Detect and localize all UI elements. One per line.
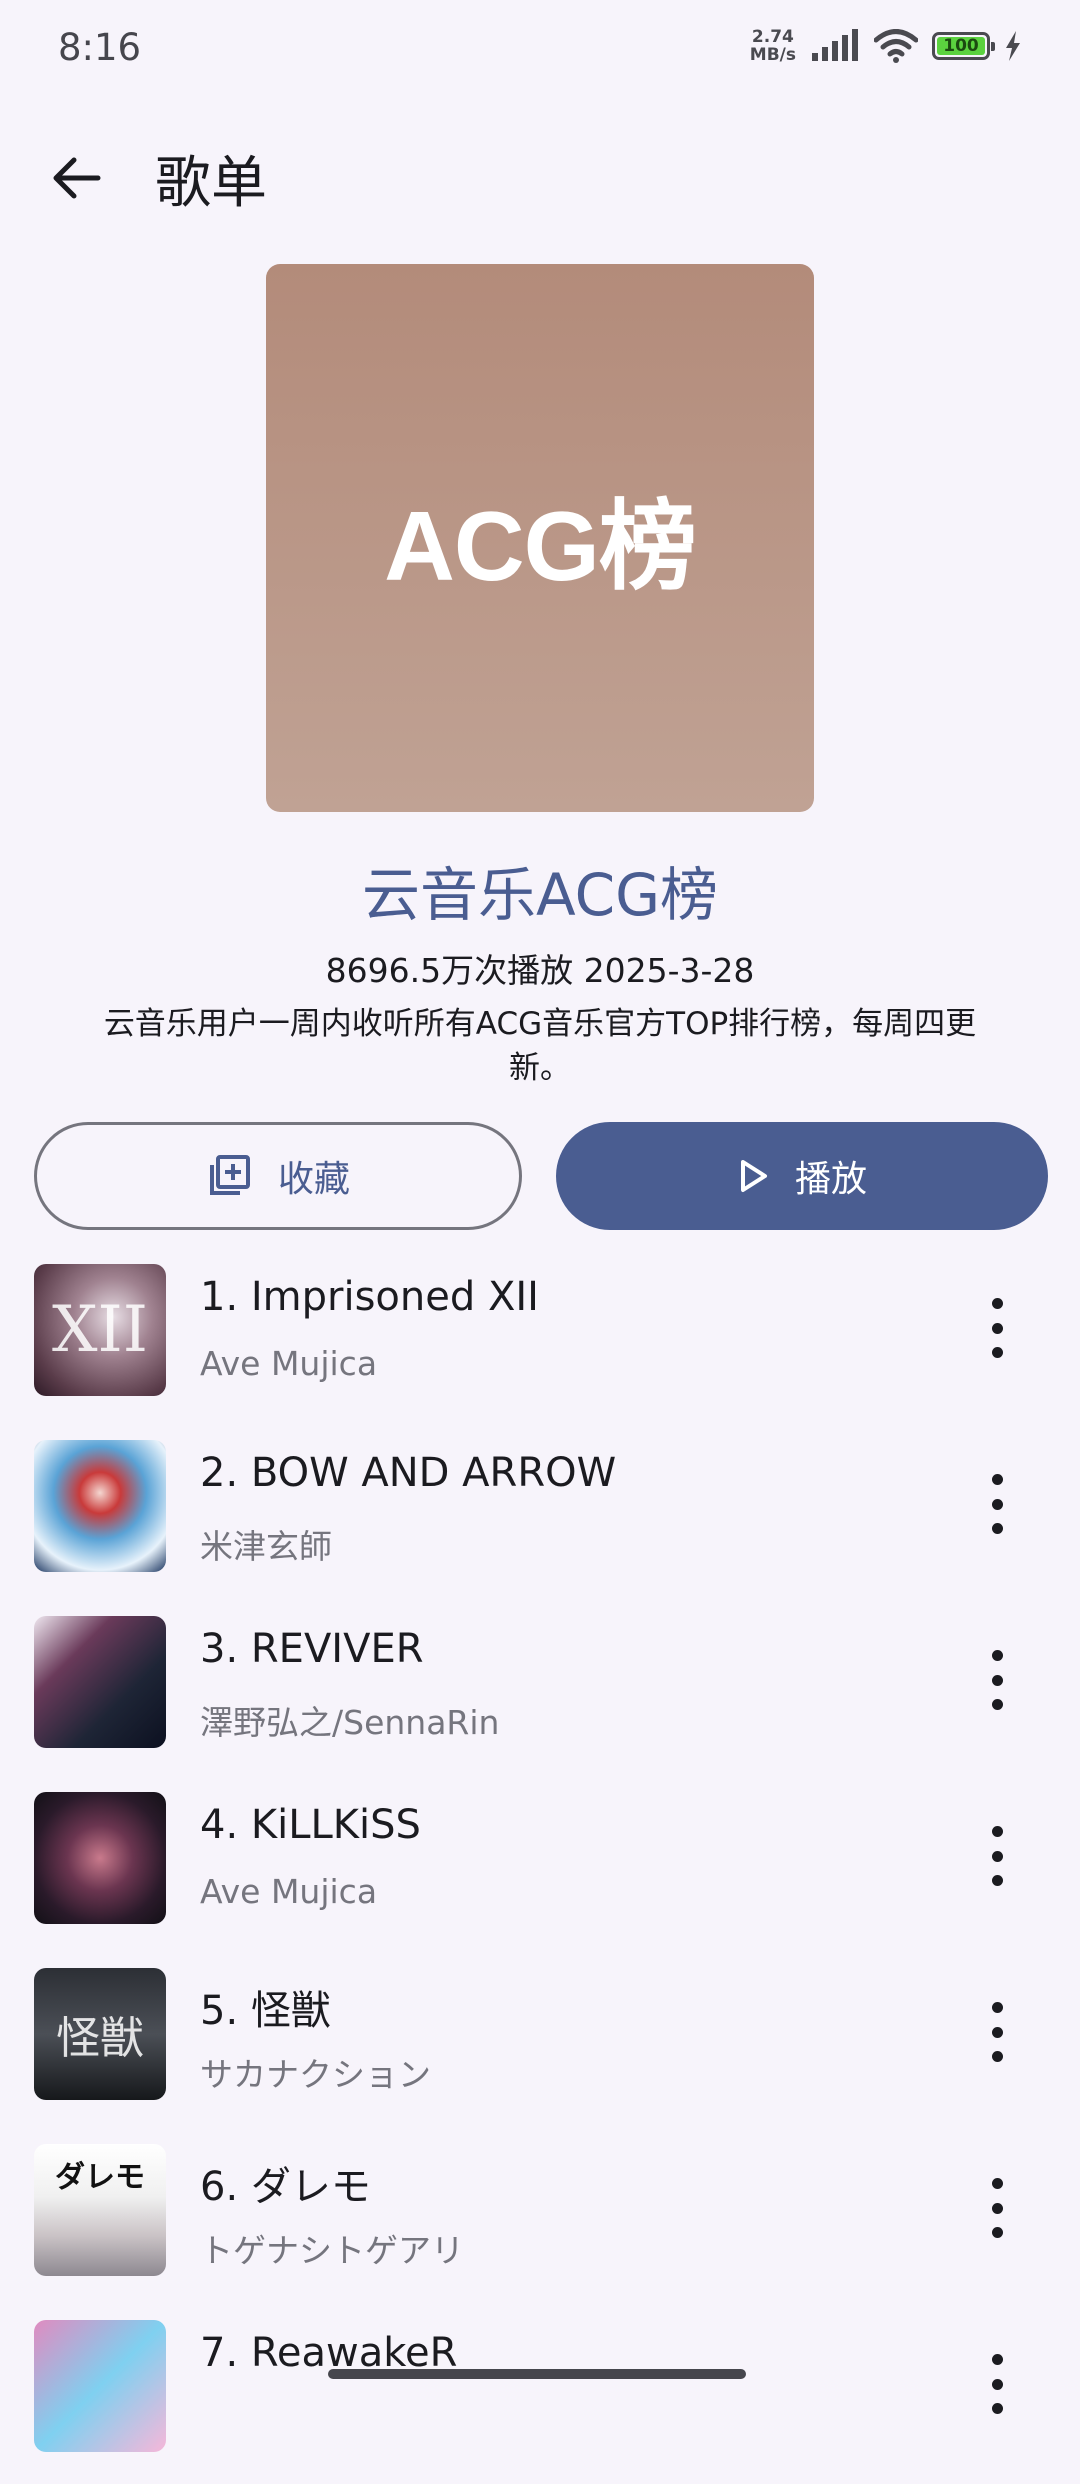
more-options-icon[interactable]	[972, 1474, 1022, 1534]
album-art-mark	[34, 1440, 166, 1572]
song-artist: 澤野弘之/SennaRin	[200, 1703, 500, 1742]
more-options-icon[interactable]	[972, 2178, 1022, 2238]
status-bar: 8:16 2.74 MB/s 100	[0, 0, 1080, 100]
more-options-icon[interactable]	[972, 1826, 1022, 1886]
song-artist: 米津玄師	[200, 1527, 332, 1566]
song-artist: Ave Mujica	[200, 1872, 378, 1911]
song-row[interactable]: 3. REVIVER 澤野弘之/SennaRin	[0, 1604, 1080, 1780]
song-title: 3. REVIVER	[200, 1626, 424, 1672]
album-art-mark: XII	[51, 1293, 149, 1367]
home-indicator[interactable]	[328, 2369, 746, 2379]
wifi-icon	[874, 29, 918, 63]
song-artist: トゲナシトゲアリ	[200, 2231, 464, 2270]
song-list: XII 1. Imprisoned XII Ave Mujica 2. BOW …	[0, 1252, 1080, 2484]
favorite-button[interactable]: 收藏	[34, 1122, 522, 1230]
album-art: XII	[34, 1264, 166, 1396]
arrow-left-icon	[53, 157, 101, 199]
cover-text: ACG榜	[384, 491, 697, 601]
song-title: 1. Imprisoned XII	[200, 1274, 539, 1320]
album-art-mark	[34, 1792, 166, 1924]
song-title: 6. ダレモ	[200, 2164, 371, 2210]
battery-icon: 100	[932, 32, 995, 60]
album-art: 怪獣	[34, 1968, 166, 2100]
album-art	[34, 2320, 166, 2452]
song-row[interactable]: XII 1. Imprisoned XII Ave Mujica	[0, 1252, 1080, 1428]
more-options-icon[interactable]	[972, 1650, 1022, 1710]
song-row[interactable]: 7. ReawakeR	[0, 2308, 1080, 2484]
play-label: 播放	[794, 1159, 867, 1200]
page-title: 歌单	[155, 151, 267, 216]
song-artist: サカナクション	[200, 2055, 431, 2094]
signal-icon	[812, 29, 858, 61]
add-to-library-icon	[209, 1155, 250, 1195]
song-title: 2. BOW AND ARROW	[200, 1450, 617, 1496]
song-row[interactable]: 2. BOW AND ARROW 米津玄師	[0, 1428, 1080, 1604]
album-art: ダレモ	[34, 2144, 166, 2276]
play-icon	[740, 1160, 767, 1192]
album-art	[34, 1792, 166, 1924]
more-options-icon[interactable]	[972, 2002, 1022, 2062]
network-speed-value: 2.74	[751, 27, 794, 47]
play-all-button[interactable]: 播放	[556, 1122, 1048, 1230]
network-speed: 2.74 MB/s	[750, 28, 796, 64]
album-art-mark	[34, 1616, 166, 1748]
more-options-icon[interactable]	[972, 2354, 1022, 2414]
album-art-mark	[34, 2320, 166, 2452]
charging-icon	[1006, 31, 1020, 61]
song-row[interactable]: ダレモ 6. ダレモ トゲナシトゲアリ	[0, 2132, 1080, 2308]
top-app-bar: 歌单	[0, 120, 1080, 230]
playlist-meta: 8696.5万次播放 2025-3-28	[325, 951, 755, 990]
battery-level: 100	[937, 37, 985, 55]
playlist-name: 云音乐ACG榜	[361, 861, 719, 929]
song-title: 5. 怪獣	[200, 1988, 331, 2034]
album-art	[34, 1440, 166, 1572]
playlist-description: 云音乐用户一周内收听所有ACG音乐官方TOP排行榜，每周四更新。	[103, 1006, 977, 1086]
favorite-label: 收藏	[277, 1159, 350, 1200]
status-icons: 2.74 MB/s 100	[750, 28, 1022, 64]
album-art	[34, 1616, 166, 1748]
status-time: 8:16	[58, 26, 142, 69]
album-art-mark: 怪獣	[56, 2013, 144, 2064]
album-art-mark: ダレモ	[55, 2160, 145, 2195]
back-button[interactable]	[46, 146, 110, 210]
playlist-cover: ACG榜	[266, 264, 814, 812]
song-artist: Ave Mujica	[200, 1344, 378, 1383]
song-row[interactable]: 4. KiLLKiSS Ave Mujica	[0, 1780, 1080, 1956]
more-options-icon[interactable]	[972, 1298, 1022, 1358]
song-row[interactable]: 怪獣 5. 怪獣 サカナクション	[0, 1956, 1080, 2132]
network-speed-unit: MB/s	[749, 45, 796, 65]
song-title: 4. KiLLKiSS	[200, 1802, 421, 1848]
